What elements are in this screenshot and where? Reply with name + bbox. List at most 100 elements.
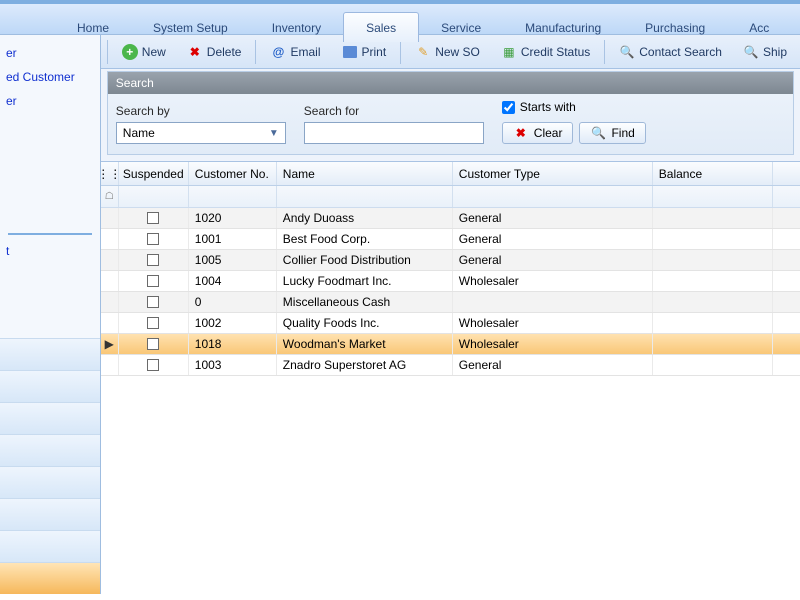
row-indicator	[101, 271, 119, 291]
checkbox-icon[interactable]	[147, 254, 159, 266]
menu-tab-sales[interactable]: Sales	[343, 12, 419, 42]
cell-suspended[interactable]	[119, 271, 189, 291]
credit-status-button[interactable]: ▦Credit Status	[492, 40, 599, 64]
magnifier-icon: 🔍	[590, 125, 606, 141]
cell-balance	[653, 229, 773, 249]
delete-button[interactable]: ✖Delete	[178, 40, 251, 64]
menu-tab-system-setup[interactable]: System Setup	[131, 14, 250, 42]
menu-tab-manufacturing[interactable]: Manufacturing	[503, 14, 623, 42]
cell-customer-no: 1004	[189, 271, 277, 291]
row-indicator	[101, 229, 119, 249]
cell-customer-no: 1005	[189, 250, 277, 270]
email-button[interactable]: @Email	[261, 40, 329, 64]
print-button[interactable]: Print	[333, 40, 396, 64]
grid-filter-row[interactable]: ☖	[101, 186, 800, 208]
ship-button[interactable]: 🔍Ship	[734, 40, 796, 64]
menu-tab-service[interactable]: Service	[419, 14, 503, 42]
cell-suspended[interactable]	[119, 313, 189, 333]
chevron-down-icon: ▼	[269, 128, 279, 139]
col-customer-no[interactable]: Customer No.	[189, 162, 277, 185]
sidebar-stack-item[interactable]	[0, 466, 100, 498]
checkbox-icon[interactable]	[147, 275, 159, 287]
table-row[interactable]: 0Miscellaneous Cash	[101, 292, 800, 313]
sidebar-links: ered Customerer t	[0, 35, 100, 263]
sidebar-stack-item[interactable]	[0, 498, 100, 530]
cell-customer-no: 0	[189, 292, 277, 312]
table-row[interactable]: 1001Best Food Corp.General	[101, 229, 800, 250]
table-row[interactable]: 1003Znadro Superstoret AGGeneral	[101, 355, 800, 376]
row-indicator	[101, 208, 119, 228]
cell-name: Znadro Superstoret AG	[277, 355, 453, 375]
search-by-dropdown[interactable]: Name ▼	[116, 122, 286, 144]
sidebar-stack	[0, 338, 100, 594]
table-row[interactable]: 1020Andy DuoassGeneral	[101, 208, 800, 229]
sidebar-stack-item[interactable]	[0, 434, 100, 466]
menu-tab-inventory[interactable]: Inventory	[250, 14, 343, 42]
sidebar-stack-item[interactable]	[0, 338, 100, 370]
grid-body: 1020Andy DuoassGeneral1001Best Food Corp…	[101, 208, 800, 376]
cell-balance	[653, 355, 773, 375]
table-row[interactable]: 1005Collier Food DistributionGeneral	[101, 250, 800, 271]
cell-suspended[interactable]	[119, 250, 189, 270]
cell-balance	[653, 250, 773, 270]
starts-with-checkbox[interactable]	[502, 101, 515, 114]
find-button[interactable]: 🔍Find	[579, 122, 645, 144]
cell-balance	[653, 208, 773, 228]
checkbox-icon[interactable]	[147, 233, 159, 245]
cell-balance	[653, 334, 773, 354]
cell-type: General	[453, 355, 653, 375]
search-for-label: Search for	[304, 104, 484, 118]
col-suspended[interactable]: Suspended	[119, 162, 189, 185]
table-row[interactable]: 1004Lucky Foodmart Inc.Wholesaler	[101, 271, 800, 292]
menu-tab-home[interactable]: Home	[55, 14, 131, 42]
checkbox-icon[interactable]	[147, 212, 159, 224]
table-row[interactable]: 1002Quality Foods Inc.Wholesaler	[101, 313, 800, 334]
search-by-label: Search by	[116, 104, 286, 118]
filter-icon: ☖	[101, 186, 119, 207]
search-panel-title: Search	[108, 72, 793, 94]
cell-name: Lucky Foodmart Inc.	[277, 271, 453, 291]
row-selector-header[interactable]: ⋮⋮	[101, 162, 119, 185]
sidebar-link[interactable]: ed Customer	[0, 65, 100, 89]
table-row[interactable]: ▶1018Woodman's MarketWholesaler	[101, 334, 800, 355]
menu-tab-purchasing[interactable]: Purchasing	[623, 14, 727, 42]
sidebar-stack-item[interactable]	[0, 402, 100, 434]
checkbox-icon[interactable]	[147, 359, 159, 371]
cell-type: General	[453, 229, 653, 249]
sidebar-link[interactable]: er	[0, 41, 100, 65]
search-for-input[interactable]	[304, 122, 484, 144]
checkbox-icon[interactable]	[147, 338, 159, 350]
search-panel: Search Search by Name ▼ Search for	[107, 71, 794, 155]
cell-customer-no: 1018	[189, 334, 277, 354]
sidebar-link[interactable]: t	[0, 239, 100, 263]
new-so-button[interactable]: ✎New SO	[406, 40, 489, 64]
starts-with-label: Starts with	[520, 100, 576, 114]
sidebar-stack-item[interactable]	[0, 530, 100, 562]
checkbox-icon[interactable]	[147, 317, 159, 329]
printer-icon	[342, 44, 358, 60]
menu-tab-acc[interactable]: Acc	[727, 14, 791, 42]
cell-suspended[interactable]	[119, 229, 189, 249]
checkbox-icon[interactable]	[147, 296, 159, 308]
col-name[interactable]: Name	[277, 162, 453, 185]
main-menubar: HomeSystem SetupInventorySalesServiceMan…	[0, 0, 800, 35]
cell-name: Andy Duoass	[277, 208, 453, 228]
cell-customer-no: 1001	[189, 229, 277, 249]
cell-name: Quality Foods Inc.	[277, 313, 453, 333]
sidebar-stack-item[interactable]	[0, 370, 100, 402]
col-balance[interactable]: Balance	[653, 162, 773, 185]
at-icon: @	[270, 44, 286, 60]
plus-icon: +	[122, 44, 138, 60]
col-customer-type[interactable]: Customer Type	[453, 162, 653, 185]
sidebar-link[interactable]: er	[0, 89, 100, 113]
sidebar-stack-item[interactable]	[0, 562, 100, 594]
new-button[interactable]: +New	[113, 40, 175, 64]
customer-grid: ⋮⋮ Suspended Customer No. Name Customer …	[101, 161, 800, 594]
contact-search-button[interactable]: 🔍Contact Search	[610, 40, 731, 64]
clear-button[interactable]: ✖Clear	[502, 122, 574, 144]
cell-suspended[interactable]	[119, 208, 189, 228]
cell-suspended[interactable]	[119, 355, 189, 375]
cell-suspended[interactable]	[119, 292, 189, 312]
grid-header: ⋮⋮ Suspended Customer No. Name Customer …	[101, 162, 800, 186]
cell-suspended[interactable]	[119, 334, 189, 354]
